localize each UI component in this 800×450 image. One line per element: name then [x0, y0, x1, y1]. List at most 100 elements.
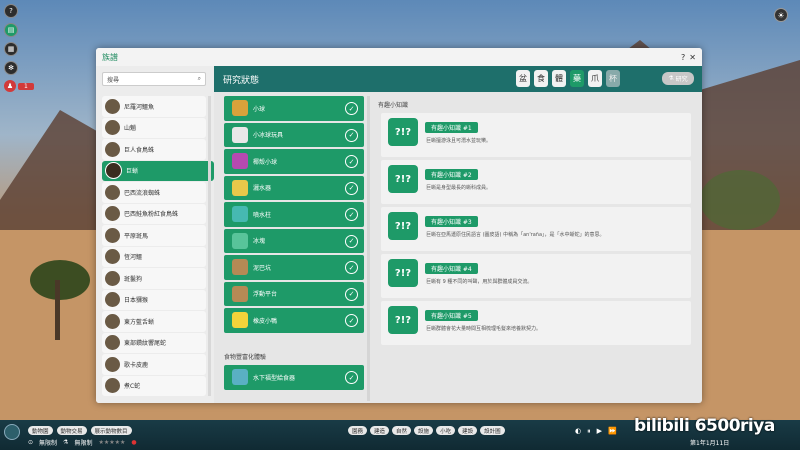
trivia-tag: 有趣小知識 #5: [425, 310, 478, 321]
search-input[interactable]: 搜尋 ⌕: [102, 72, 206, 86]
fast-forward-icon[interactable]: ⏩: [608, 427, 617, 436]
trivia-list: ?!? 有趣小知識 #1 巨蜥擅游泳且可潛水並玩樂。?!? 有趣小知識 #2 巨蜥是身型…: [376, 113, 696, 345]
species-label: 日本獼猴: [124, 297, 149, 305]
gear-icon[interactable]: ✻: [4, 61, 18, 75]
trivia-tag: 有趣小知識 #1: [425, 122, 478, 133]
species-item[interactable]: 平原斑馬: [102, 225, 206, 246]
research-item[interactable]: 浮動平台 ✓: [224, 281, 364, 306]
build-menu-pill[interactable]: 設計圖: [480, 426, 505, 435]
species-item[interactable]: 恆河鱷: [102, 246, 206, 267]
play-icon[interactable]: ▶: [597, 427, 602, 436]
category-tab-icon[interactable]: 藥: [570, 70, 584, 87]
category-tab-icon[interactable]: 杯: [606, 70, 620, 87]
flask-icon: ⚗: [668, 75, 676, 82]
bottom-pill[interactable]: 動物園: [28, 426, 53, 435]
species-label: 平原斑馬: [124, 232, 149, 240]
bottom-pill[interactable]: 展示動物數目: [90, 426, 132, 435]
research-item-label: 灑水器: [253, 185, 272, 193]
animal-avatar-icon: [105, 249, 120, 265]
calendar-icon[interactable]: ▦: [4, 42, 18, 56]
pause-icon[interactable]: ⏸: [587, 427, 591, 436]
species-item[interactable]: 尼羅河鱷魚: [102, 96, 206, 117]
animal-avatar-icon: [105, 120, 120, 136]
trivia-label: 有趣小知識: [378, 102, 409, 109]
species-item[interactable]: 東方藍舌蜥: [102, 311, 206, 332]
species-item[interactable]: 歌卡皮鹿: [102, 354, 206, 375]
build-menu-pill[interactable]: 設施: [414, 426, 434, 435]
trivia-icon: ?!?: [388, 165, 418, 193]
research-item[interactable]: 冰塊 ✓: [224, 228, 364, 253]
bottom-left-pills: 動物園 動物交易 展示動物數目: [28, 426, 132, 435]
research-item-label: 噴水柱: [253, 211, 272, 219]
species-label: 煮C蛇: [124, 383, 141, 391]
enrichment-section: 食物豐富化體驗 水下福型給食器 ✓: [220, 347, 370, 392]
build-menu-pill[interactable]: 建造: [370, 426, 390, 435]
category-tab-icon[interactable]: 食: [534, 70, 548, 87]
trivia-card: ?!? 有趣小知識 #2 巨蜥是身型最長的蜥科成員。: [381, 160, 691, 204]
species-item[interactable]: 斑鬣狗: [102, 268, 206, 289]
animal-avatar-icon: [105, 206, 120, 222]
funds-status: 無限制: [39, 440, 58, 447]
category-tab-icon[interactable]: 盆: [516, 70, 530, 87]
close-icon[interactable]: ✕: [689, 53, 696, 62]
research-item[interactable]: 橡皮小鴨 ✓: [224, 308, 364, 333]
build-menu-pill[interactable]: 園務: [348, 426, 368, 435]
species-item[interactable]: 東部鑽紋響尾蛇: [102, 332, 206, 353]
species-label: 尼羅河鱷魚: [124, 103, 155, 111]
build-menu-pill[interactable]: 建設: [458, 426, 478, 435]
species-panel: 搜尋 ⌕ 尼羅河鱷魚山魈巨人食鳥蛛巨蜥 巴西流浪蜘蛛 巴西鮭魚粉紅食鳥蛛平原斑馬恆河…: [96, 66, 214, 403]
research-item[interactable]: 水下福型給食器 ✓: [224, 365, 364, 390]
animal-avatar-icon: [105, 313, 120, 329]
trivia-text: 巨蜥是身型最長的蜥科成員。: [426, 185, 492, 191]
help-icon[interactable]: ?: [681, 53, 685, 62]
research-scrollbar[interactable]: [367, 96, 370, 401]
trivia-icon: ?!?: [388, 306, 418, 334]
globe-icon[interactable]: [4, 424, 20, 440]
research-item[interactable]: 泥巴坑 ✓: [224, 255, 364, 280]
page-title: 研究狀態: [223, 76, 260, 86]
research-item[interactable]: 椰殼小球 ✓: [224, 149, 364, 174]
species-item[interactable]: 巨蜥: [102, 160, 214, 181]
species-item[interactable]: 巴西流浪蜘蛛: [102, 182, 206, 203]
enrichment-item-icon: [232, 153, 248, 170]
species-label: 巨人食鳥蛛: [124, 146, 155, 154]
check-icon: ✓: [345, 261, 358, 274]
research-item-label: 浮動平台: [253, 291, 278, 299]
species-scrollbar[interactable]: [208, 96, 211, 396]
research-item[interactable]: 噴水柱 ✓: [224, 202, 364, 227]
species-item[interactable]: 煮C蛇: [102, 375, 206, 396]
enrichment-item-icon: [232, 312, 248, 329]
zoopedia-window: 族譜 ? ✕ 搜尋 ⌕ 尼羅河鱷魚山魈巨人食鳥蛛巨蜥 巴西流浪蜘蛛 巴西鮭魚粉紅食鳥…: [96, 48, 702, 403]
trivia-tag: 有趣小知識 #2: [425, 169, 478, 180]
research-button[interactable]: ⚗ 研究: [662, 72, 694, 85]
research-item[interactable]: 灑水器 ✓: [224, 175, 364, 200]
animal-avatar-icon: [105, 356, 120, 372]
trivia-text: 巨蜥在亞馬遜原住民語言 (圖皮語) 中稱為「an'raña」，是「水中蜥蛇」的意…: [426, 232, 605, 238]
build-menu-pill[interactable]: 自然: [392, 426, 412, 435]
animal-avatar-icon: [105, 162, 122, 180]
search-icon: ⌕: [197, 75, 201, 82]
species-item[interactable]: 巴西鮭魚粉紅食鳥蛛: [102, 203, 206, 224]
research-item[interactable]: 小冰球玩具 ✓: [224, 122, 364, 147]
category-tab-icon[interactable]: 爪: [588, 70, 602, 87]
question-icon[interactable]: ?: [4, 4, 18, 18]
weather-icon[interactable]: ☀: [774, 8, 788, 22]
category-tab-icon[interactable]: 體: [552, 70, 566, 87]
window-header: 族譜 ? ✕: [96, 48, 702, 67]
species-item[interactable]: 巨人食鳥蛛: [102, 139, 206, 160]
research-item[interactable]: 小球 ✓: [224, 96, 364, 121]
enrichment-item-icon: [232, 285, 248, 302]
speed-icon[interactable]: ◐: [575, 427, 581, 436]
build-menu-pill[interactable]: 小吃: [436, 426, 456, 435]
zoo-icon[interactable]: ▤: [4, 23, 18, 37]
research-item-label: 冰塊: [253, 238, 266, 246]
alert-red-icon[interactable]: ●: [131, 439, 136, 446]
research-item-label: 水下福型給食器: [253, 374, 296, 382]
bottom-pill[interactable]: 動物交易: [56, 426, 87, 435]
alert-counter[interactable]: ♟ 1: [4, 80, 34, 92]
research-item-label: 小球: [253, 105, 266, 113]
species-item[interactable]: 山魈: [102, 117, 206, 138]
species-label: 東部鑽紋響尾蛇: [124, 340, 167, 348]
species-item[interactable]: 日本獼猴: [102, 289, 206, 310]
research-item-label: 泥巴坑: [253, 264, 272, 272]
